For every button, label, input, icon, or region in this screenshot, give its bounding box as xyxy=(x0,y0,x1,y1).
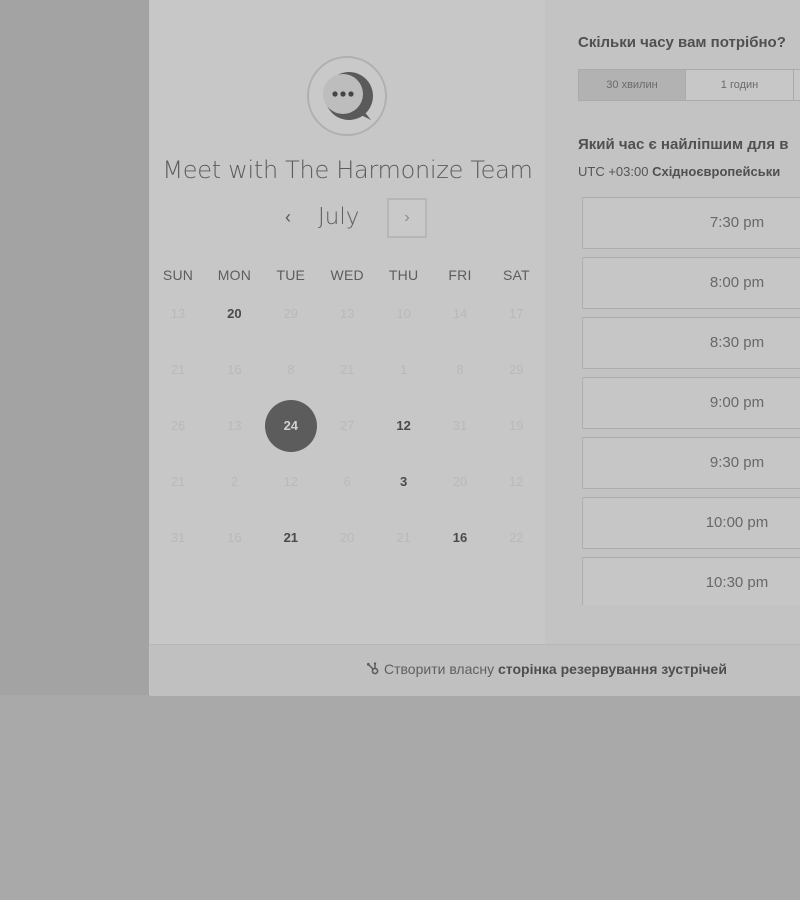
chevron-right-icon: › xyxy=(404,209,410,226)
duration-selector: 30 хвилин 1 годин xyxy=(578,69,800,101)
calendar-day: 16 xyxy=(227,530,242,545)
chat-bubble-icon xyxy=(323,72,373,120)
duration-question: Скільки часу вам потрібно? xyxy=(578,34,786,51)
calendar-day[interactable]: 16 xyxy=(432,510,488,566)
calendar-day: 21 xyxy=(170,474,186,489)
weekday-label: MON xyxy=(217,267,252,283)
time-slot-label: 10:00 pm xyxy=(705,514,769,531)
calendar-day: 19 xyxy=(509,418,524,433)
weekday-label: THU xyxy=(388,267,419,283)
time-slot-button[interactable]: 9:00 pm xyxy=(582,377,800,429)
calendar-day: 13 xyxy=(227,418,242,433)
calendar-day: 17 xyxy=(509,306,524,321)
calendar-day: 29 xyxy=(283,306,299,321)
calendar-day: 8 xyxy=(287,362,295,377)
time-question: Який час є найліпшим для в xyxy=(578,136,789,153)
time-slot-label: 8:30 pm xyxy=(709,334,765,351)
calendar-day: 6 xyxy=(343,474,351,489)
calendar-day: 8 xyxy=(456,362,464,377)
calendar-day: 31 xyxy=(452,418,468,433)
calendar-day: 31 xyxy=(170,530,186,545)
weekday-label: WED xyxy=(330,267,364,283)
calendar-day: 21 xyxy=(396,530,411,545)
calendar-day[interactable]: 20 xyxy=(206,286,262,342)
calendar-day: 13 xyxy=(339,306,355,321)
timezone-name: Східноєвропейськи xyxy=(652,164,781,179)
month-label: July xyxy=(318,204,360,230)
calendar-day: 27 xyxy=(339,418,355,433)
month-navigation: ‹ July › xyxy=(150,198,545,240)
create-booking-page-link[interactable]: Створити власну сторінка резервування зу… xyxy=(366,661,727,677)
calendar-day: 13 xyxy=(170,306,186,321)
time-slot-label: 9:30 pm xyxy=(709,454,765,471)
footer-text-prefix: Створити власну xyxy=(384,661,495,677)
calendar-day[interactable]: 12 xyxy=(376,398,432,454)
weekday-label: FRI xyxy=(448,267,472,283)
calendar-day: 10 xyxy=(396,306,411,321)
time-slot-label: 8:00 pm xyxy=(709,274,765,291)
calendar-day[interactable]: 3 xyxy=(376,454,432,510)
next-month-button[interactable]: › xyxy=(387,198,427,238)
time-slot-list[interactable]: 7:30 pm 8:00 pm 8:30 pm 9:00 pm 9:30 pm 10:00… xyxy=(582,197,800,605)
timezone-label[interactable]: UTC +03:00 Східноєвропейськи xyxy=(578,164,780,179)
calendar-day: 29 xyxy=(509,362,524,377)
weekday-label: SAT xyxy=(502,267,530,283)
time-slot-button[interactable]: 8:00 pm xyxy=(582,257,800,309)
time-slot-button[interactable]: 9:30 pm xyxy=(582,437,800,489)
calendar-day: 12 xyxy=(509,474,524,489)
prev-month-button[interactable]: ‹ xyxy=(276,206,300,230)
time-slot-label: 7:30 pm xyxy=(709,214,765,231)
footer-bar: Створити власну сторінка резервування зу… xyxy=(150,644,800,696)
calendar-day[interactable]: 21 xyxy=(263,510,319,566)
calendar-day: 26 xyxy=(170,418,186,433)
team-avatar xyxy=(307,56,387,136)
time-slot-button[interactable]: 10:00 pm xyxy=(582,497,800,549)
calendar-panel: Meet with The Harmonize Team ‹ July › SU… xyxy=(150,0,545,644)
calendar-day: 2 xyxy=(230,474,238,489)
calendar-day: 16 xyxy=(227,362,242,377)
calendar-day: 20 xyxy=(339,530,355,545)
duration-option-more[interactable] xyxy=(794,69,800,101)
chevron-left-icon: ‹ xyxy=(285,207,291,227)
calendar-day: 1 xyxy=(399,362,408,377)
weekday-header: SUN MON TUE WED THU FRI SAT xyxy=(150,267,545,287)
calendar-day: 21 xyxy=(170,362,186,377)
footer-text-bold: сторінка резервування зустрічей xyxy=(498,661,727,677)
weekday-label: TUE xyxy=(276,267,306,283)
calendar-day: 14 xyxy=(452,306,468,321)
calendar-day: 20 xyxy=(452,474,468,489)
calendar-day-selected[interactable]: 24 xyxy=(263,398,319,454)
time-slot-button[interactable]: 7:30 pm xyxy=(582,197,800,249)
calendar-day: 12 xyxy=(283,474,299,489)
meeting-title: Meet with The Harmonize Team xyxy=(162,156,533,184)
duration-option-30min[interactable]: 30 хвилин xyxy=(578,69,686,101)
timezone-offset: UTC +03:00 xyxy=(578,164,649,179)
duration-option-1hour[interactable]: 1 годин xyxy=(686,69,794,101)
time-slot-label: 10:30 pm xyxy=(705,574,769,591)
calendar-day: 21 xyxy=(339,362,355,377)
time-slot-button[interactable]: 8:30 pm xyxy=(582,317,800,369)
time-slot-button[interactable]: 10:30 pm xyxy=(582,557,800,605)
time-slot-label: 9:00 pm xyxy=(709,394,765,411)
selected-day-label: 24 xyxy=(264,400,317,452)
weekday-label: SUN xyxy=(162,267,194,283)
calendar-day: 22 xyxy=(509,530,524,545)
time-selection-panel: Скільки часу вам потрібно? 30 хвилин 1 г… xyxy=(545,0,800,644)
hubspot-sprocket-icon xyxy=(366,662,379,675)
